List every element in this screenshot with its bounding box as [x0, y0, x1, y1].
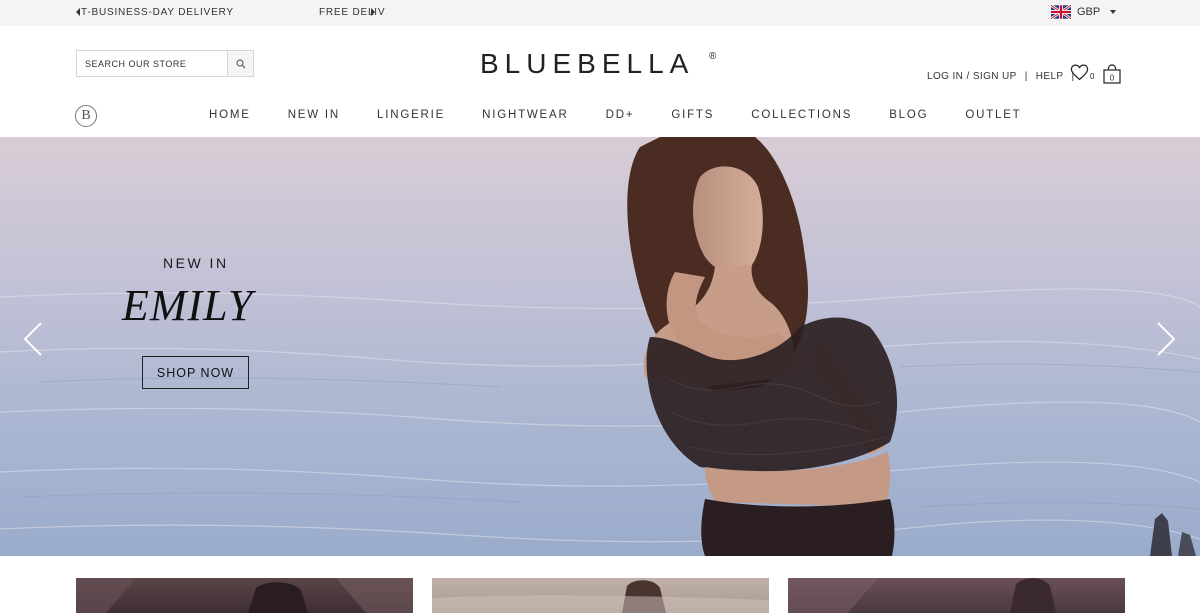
category-tile-image	[76, 578, 413, 613]
uk-flag-icon	[1051, 5, 1071, 19]
heart-icon	[1070, 64, 1089, 81]
hero-banner[interactable]: NEW IN EMILY SHOP NOW	[0, 137, 1200, 556]
currency-code: GBP	[1077, 6, 1101, 18]
account-links: LOG IN / SIGN UP | HELP |	[927, 71, 1082, 82]
hero-eyebrow: NEW IN	[163, 255, 229, 271]
search-box	[76, 50, 254, 77]
category-tile-image	[432, 580, 769, 613]
promo-message: T-BUSINESS-DAY DELIVERY	[81, 7, 234, 18]
wishlist-button[interactable]: 0	[1070, 64, 1094, 81]
brand-monogram-icon[interactable]: B	[75, 105, 97, 127]
nav-item-new-in[interactable]: NEW IN	[288, 109, 340, 121]
promo-prev-arrow-icon[interactable]	[76, 8, 80, 16]
main-navigation: HOME NEW IN LINGERIE NIGHTWEAR DD+ GIFTS…	[209, 109, 1022, 121]
login-signup-link[interactable]: LOG IN / SIGN UP	[927, 71, 1017, 82]
shop-now-button[interactable]: SHOP NOW	[142, 356, 249, 389]
nav-item-blog[interactable]: BLOG	[889, 109, 928, 121]
nav-item-home[interactable]: HOME	[209, 109, 251, 121]
chevron-down-icon	[1110, 10, 1117, 14]
promo-bar: T-BUSINESS-DAY DELIVERY FREE DELIV GBP	[0, 0, 1200, 26]
site-logo[interactable]: BLUEBELLA	[480, 48, 694, 80]
shopping-bag-button[interactable]: 0	[1103, 64, 1121, 89]
nav-item-lingerie[interactable]: LINGERIE	[377, 109, 445, 121]
chevron-right-icon[interactable]	[1155, 321, 1177, 357]
chevron-left-icon[interactable]	[22, 321, 44, 357]
nav-item-outlet[interactable]: OUTLET	[965, 109, 1021, 121]
hero-image	[0, 137, 1200, 556]
search-icon	[235, 58, 245, 68]
registered-mark: ®	[709, 51, 717, 62]
help-link[interactable]: HELP	[1036, 71, 1064, 82]
promo-next-arrow-icon[interactable]	[371, 8, 375, 16]
search-button[interactable]	[227, 51, 253, 76]
category-tile-image	[788, 578, 1056, 613]
nav-item-nightwear[interactable]: NIGHTWEAR	[482, 109, 568, 121]
nav-item-dd-plus[interactable]: DD+	[606, 109, 635, 121]
promo-message: FREE DELIV	[319, 7, 386, 18]
category-tile[interactable]	[76, 578, 413, 613]
hero-title: EMILY	[122, 281, 254, 330]
category-tile[interactable]	[788, 578, 1125, 613]
nav-item-gifts[interactable]: GIFTS	[671, 109, 714, 121]
nav-item-collections[interactable]: COLLECTIONS	[751, 109, 852, 121]
wishlist-count: 0	[1090, 72, 1095, 81]
link-separator: |	[1024, 71, 1028, 82]
shopping-bag-icon: 0	[1103, 64, 1121, 84]
currency-selector[interactable]: GBP	[1051, 5, 1117, 19]
bag-count: 0	[1110, 74, 1115, 83]
search-input[interactable]	[77, 51, 227, 76]
category-tile[interactable]	[432, 578, 769, 613]
